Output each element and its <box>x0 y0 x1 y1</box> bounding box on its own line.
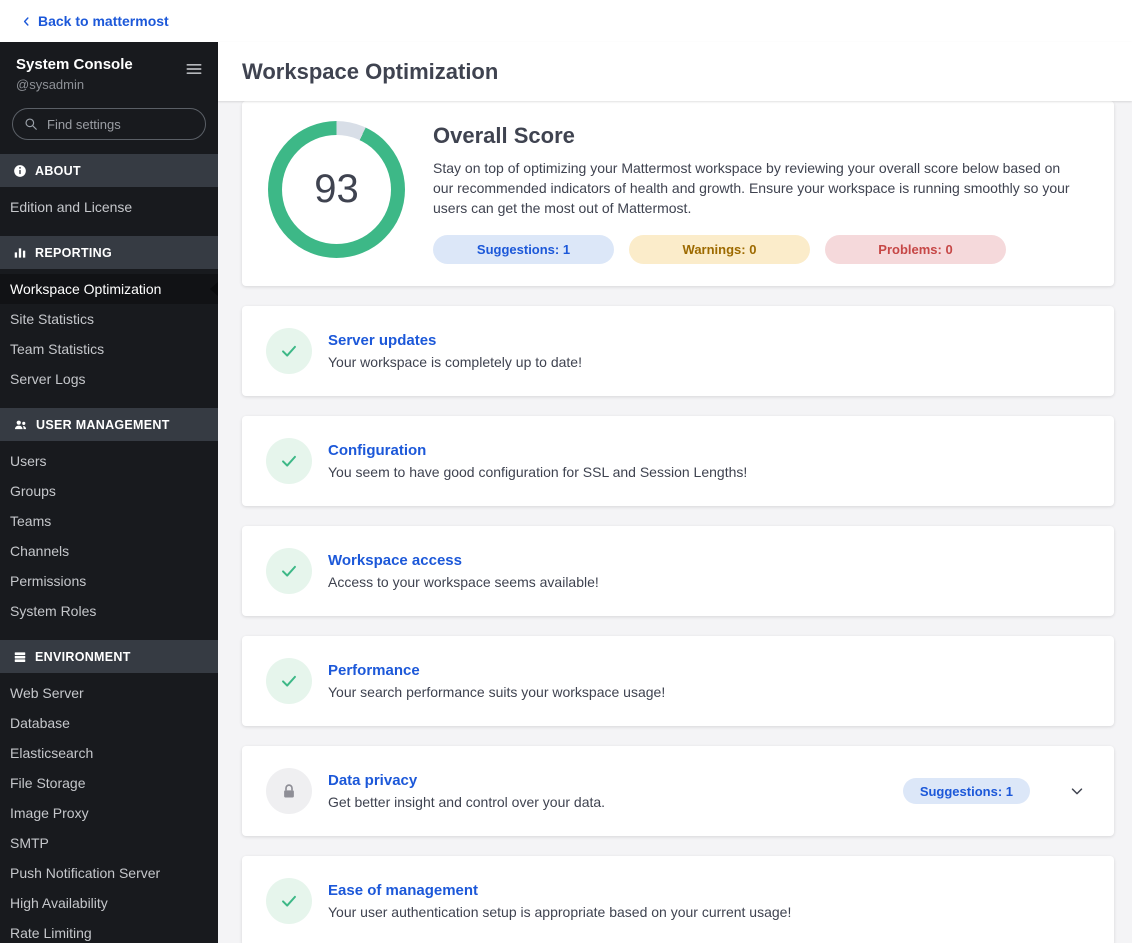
sidebar-item-rate-limiting[interactable]: Rate Limiting <box>0 918 218 943</box>
check-circle-icon <box>266 328 312 374</box>
back-link-label: Back to mattermost <box>38 13 169 29</box>
overall-score-card: 93 Overall Score Stay on top of optimizi… <box>242 101 1114 286</box>
sidebar-item-server-logs[interactable]: Server Logs <box>0 364 218 394</box>
settings-search <box>12 108 206 140</box>
performance-description: Your search performance suits your works… <box>328 684 666 700</box>
content-area: 93 Overall Score Stay on top of optimizi… <box>218 101 1132 943</box>
workspace-access-link[interactable]: Workspace access <box>328 552 462 569</box>
sidebar-item-image-proxy[interactable]: Image Proxy <box>0 798 218 828</box>
topbar: Back to mattermost <box>0 0 1132 42</box>
page-header: Workspace Optimization <box>218 42 1132 101</box>
back-to-mattermost-link[interactable]: Back to mattermost <box>20 13 169 29</box>
warnings-badge: Warnings: 0 <box>629 235 810 264</box>
section-about: ABOUT <box>0 154 218 187</box>
performance-card: Performance Your search performance suit… <box>242 636 1114 726</box>
configuration-description: You seem to have good configuration for … <box>328 464 748 480</box>
lock-icon <box>266 768 312 814</box>
sidebar-item-database[interactable]: Database <box>0 708 218 738</box>
console-user: @sysadmin <box>16 77 85 92</box>
sidebar-item-web-server[interactable]: Web Server <box>0 678 218 708</box>
score-badges: Suggestions: 1 Warnings: 0 Problems: 0 <box>433 235 1083 264</box>
sidebar-item-site-statistics[interactable]: Site Statistics <box>0 304 218 334</box>
sidebar-item-channels[interactable]: Channels <box>0 536 218 566</box>
sidebar-item-high-availability[interactable]: High Availability <box>0 888 218 918</box>
bar-chart-icon <box>13 246 27 260</box>
section-environment: ENVIRONMENT <box>0 640 218 673</box>
configuration-link[interactable]: Configuration <box>328 442 426 459</box>
section-label: ENVIRONMENT <box>35 649 131 664</box>
search-icon <box>24 117 38 136</box>
ease-of-management-description: Your user authentication setup is approp… <box>328 904 792 920</box>
overall-score-title: Overall Score <box>433 123 575 148</box>
search-input[interactable] <box>12 108 206 140</box>
data-privacy-card: Data privacy Get better insight and cont… <box>242 746 1114 836</box>
section-label: ABOUT <box>35 163 81 178</box>
sidebar-item-users[interactable]: Users <box>0 446 218 476</box>
section-reporting: REPORTING <box>0 236 218 269</box>
sidebar-item-edition-and-license[interactable]: Edition and License <box>0 192 218 222</box>
suggestions-badge: Suggestions: 1 <box>433 235 614 264</box>
chevron-left-icon <box>20 15 33 28</box>
sidebar-item-teams[interactable]: Teams <box>0 506 218 536</box>
system-console-sidebar: System Console @sysadmin ABOUT Editio <box>0 42 218 943</box>
overall-score-description: Stay on top of optimizing your Mattermos… <box>433 160 1070 216</box>
workspace-access-description: Access to your workspace seems available… <box>328 574 599 590</box>
section-user-management: USER MANAGEMENT <box>0 408 218 441</box>
sidebar-item-push-notification-server[interactable]: Push Notification Server <box>0 858 218 888</box>
data-privacy-suggestions-badge: Suggestions: 1 <box>902 778 1030 804</box>
sidebar-item-file-storage[interactable]: File Storage <box>0 768 218 798</box>
score-donut-chart: 93 <box>268 121 405 258</box>
sidebar-header: System Console @sysadmin <box>0 42 218 100</box>
check-circle-icon <box>266 438 312 484</box>
data-privacy-description: Get better insight and control over your… <box>328 794 606 810</box>
sidebar-item-smtp[interactable]: SMTP <box>0 828 218 858</box>
ease-of-management-card: Ease of management Your user authenticat… <box>242 856 1114 943</box>
page-title: Workspace Optimization <box>242 58 499 84</box>
sidebar-item-label: Workspace Optimization <box>10 281 162 297</box>
workspace-access-card: Workspace access Access to your workspac… <box>242 526 1114 616</box>
users-icon <box>13 418 28 432</box>
main-panel: Workspace Optimization 93 Overall Score … <box>218 42 1132 943</box>
server-stack-icon <box>13 650 27 664</box>
configuration-card: Configuration You seem to have good conf… <box>242 416 1114 506</box>
check-circle-icon <box>266 548 312 594</box>
check-circle-icon <box>266 658 312 704</box>
problems-badge: Problems: 0 <box>825 235 1006 264</box>
section-label: USER MANAGEMENT <box>36 417 170 432</box>
chevron-down-icon <box>1068 782 1086 800</box>
sidebar-item-elasticsearch[interactable]: Elasticsearch <box>0 738 218 768</box>
data-privacy-link[interactable]: Data privacy <box>328 772 417 789</box>
server-updates-link[interactable]: Server updates <box>328 332 436 349</box>
server-updates-description: Your workspace is completely up to date! <box>328 354 582 370</box>
sidebar-item-team-statistics[interactable]: Team Statistics <box>0 334 218 364</box>
console-title: System Console <box>16 56 133 73</box>
active-item-caret <box>210 282 218 296</box>
expand-data-privacy-button[interactable] <box>1064 778 1090 804</box>
performance-link[interactable]: Performance <box>328 662 420 679</box>
info-icon <box>13 164 27 178</box>
menu-icon[interactable] <box>184 59 204 84</box>
sidebar-nav: ABOUT Edition and License REPORTING Work… <box>0 154 218 943</box>
score-value: 93 <box>314 167 359 211</box>
ease-of-management-link[interactable]: Ease of management <box>328 882 478 899</box>
server-updates-card: Server updates Your workspace is complet… <box>242 306 1114 396</box>
sidebar-item-system-roles[interactable]: System Roles <box>0 596 218 626</box>
check-circle-icon <box>266 878 312 924</box>
section-label: REPORTING <box>35 245 113 260</box>
sidebar-item-permissions[interactable]: Permissions <box>0 566 218 596</box>
sidebar-item-groups[interactable]: Groups <box>0 476 218 506</box>
sidebar-item-workspace-optimization[interactable]: Workspace Optimization <box>0 274 218 304</box>
